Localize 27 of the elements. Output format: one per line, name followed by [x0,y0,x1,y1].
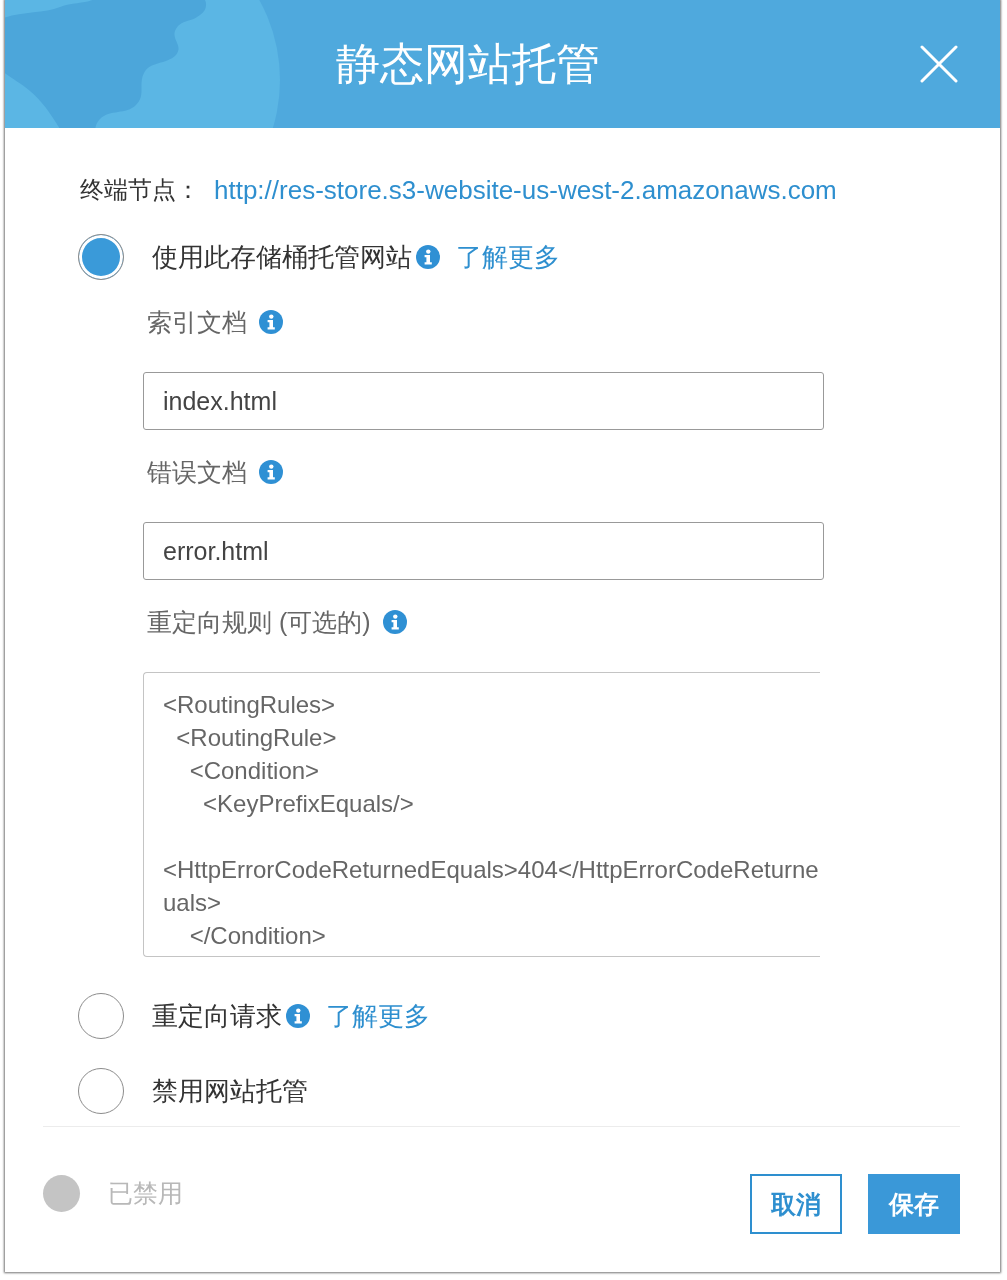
learn-more-link[interactable]: 了解更多 [326,998,430,1034]
textarea-field[interactable]: <RoutingRules> <RoutingRule> <Condition> <KeyPrefixEquals/> <HttpErrorCodeReturnedEquals>404</HttpErrorCodeReturne uals> </Condition> [143,672,820,957]
info-icon[interactable] [416,245,440,269]
input-field[interactable]: error.html [143,522,824,580]
close-button[interactable] [920,45,958,83]
radio-button[interactable] [78,993,124,1039]
close-icon [920,45,958,83]
input-field[interactable]: index.html [143,372,824,430]
endpoint-label: 终端节点： [80,175,200,205]
radio-button[interactable] [78,234,124,280]
save-button[interactable]: 保存 [868,1174,960,1234]
option-label: 禁用网站托管 [152,1075,308,1107]
endpoint-link[interactable]: http://res-store.s3-website-us-west-2.amazonaws.com [214,174,837,206]
radio-button[interactable] [78,1068,124,1114]
learn-more-link[interactable]: 了解更多 [456,239,560,275]
field-label: 索引文档 [147,306,247,338]
cancel-button[interactable]: 取消 [750,1174,842,1234]
info-icon[interactable] [286,1004,310,1028]
status-label: 已禁用 [108,1178,183,1209]
info-icon[interactable] [259,310,283,334]
dialog-title: 静态网站托管 [334,37,601,90]
info-icon[interactable] [382,610,407,634]
field-label: 错误文档 [147,456,247,488]
info-icon[interactable] [259,460,283,484]
option-label: 重定向请求 [152,1000,282,1032]
option-label: 使用此存储桶托管网站 [152,241,412,273]
field-label: 重定向规则 (可选的) [147,606,371,638]
